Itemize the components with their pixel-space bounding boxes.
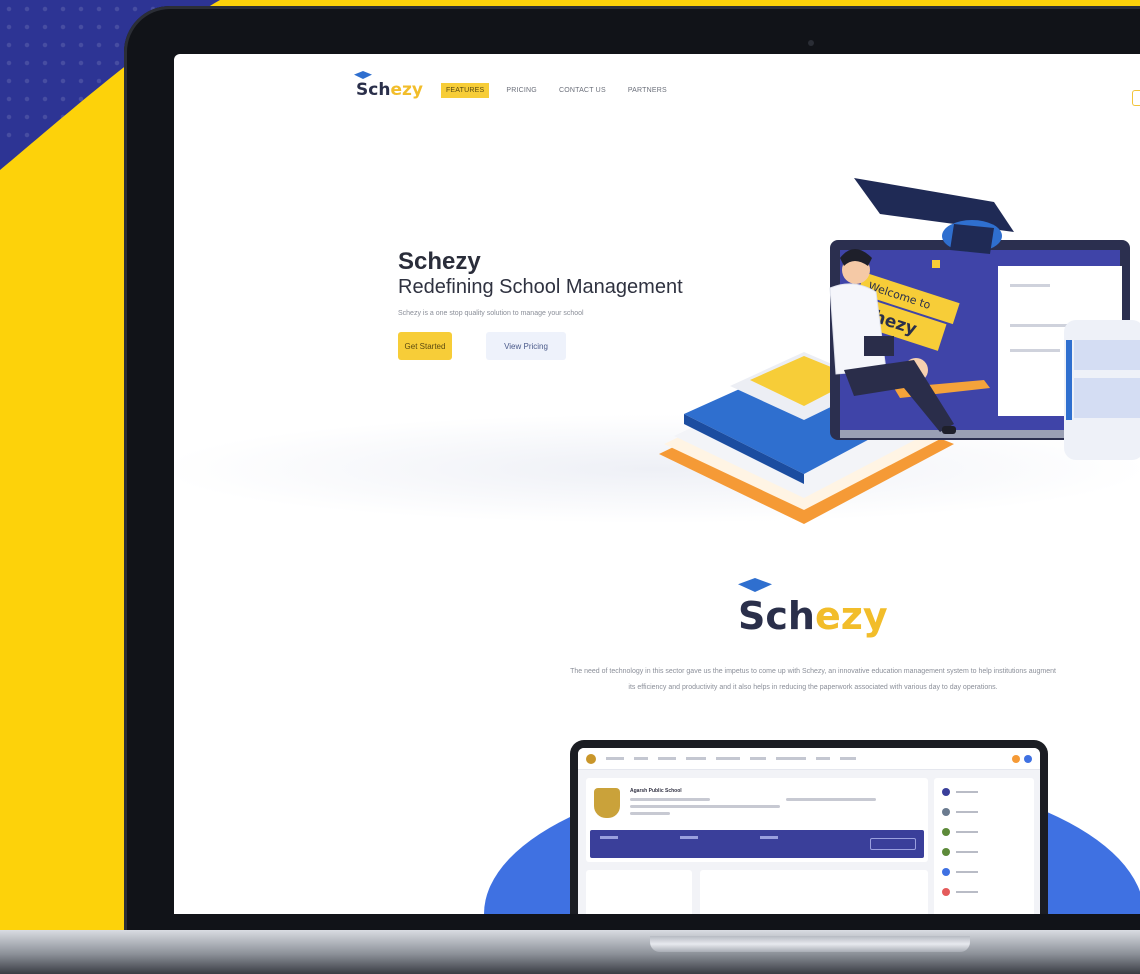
nav-link-contact-us[interactable]: CONTACT US [554, 83, 611, 98]
side-menu-item[interactable] [942, 788, 978, 796]
dashboard-nav-placeholder [658, 757, 676, 760]
nav-link-pricing[interactable]: PRICING [501, 83, 542, 98]
view-pricing-button[interactable]: View Pricing [486, 332, 566, 360]
school-crest-icon [594, 788, 620, 818]
site-logo[interactable]: Sch ezy [354, 71, 423, 100]
menu-item-label [956, 811, 978, 813]
side-menu-item[interactable] [942, 808, 978, 816]
avatar [1024, 754, 1032, 763]
hero-illustration: Welcome to Schezy [659, 178, 1140, 524]
logo-text-sch: Sch [356, 80, 391, 100]
stat-label [760, 836, 778, 839]
top-navigation: Sch ezy FEATURES PRICING CONTACT US PART… [354, 71, 672, 100]
dashboard-card [586, 870, 692, 914]
side-menu-item[interactable] [942, 868, 978, 876]
menu-item-icon [942, 788, 950, 796]
menu-item-icon [942, 808, 950, 816]
school-detail-line [630, 812, 670, 815]
dashboard-card [700, 870, 928, 914]
side-menu-item[interactable] [942, 848, 978, 856]
dashboard-nav-placeholder [816, 757, 830, 760]
school-info-card: Agarsh Public School [586, 778, 928, 862]
menu-item-icon [942, 888, 950, 896]
hero-title: Schezy [398, 248, 481, 275]
dashboard-preview-frame: Agarsh Public School [570, 740, 1048, 914]
about-logo: Sch ezy [738, 578, 888, 638]
get-started-button[interactable]: Get Started [398, 332, 452, 360]
nav-link-partners[interactable]: PARTNERS [623, 83, 672, 98]
notification-icon [1012, 754, 1020, 763]
logo-text-ezy: ezy [814, 594, 888, 638]
menu-item-label [956, 791, 978, 793]
graduation-cap-icon [738, 578, 772, 592]
school-detail-line [630, 805, 780, 808]
tablet-illustration [1064, 320, 1140, 460]
nav-link-features[interactable]: FEATURES [440, 82, 490, 98]
dashboard-preview-screen: Agarsh Public School [578, 748, 1040, 914]
stats-action-button[interactable] [870, 838, 916, 850]
school-stats-bar [590, 830, 924, 858]
menu-item-label [956, 871, 978, 873]
dashboard-nav [578, 748, 1040, 770]
dashboard-side-menu [934, 778, 1034, 914]
school-detail-line [786, 798, 876, 801]
hero-subtitle: Redefining School Management [398, 276, 683, 298]
nav-cropped-button[interactable] [1132, 90, 1140, 106]
logo-text-sch: Sch [738, 594, 815, 638]
stat-label [600, 836, 618, 839]
dashboard-user-icons [1012, 754, 1032, 763]
graduation-cap-icon [354, 71, 372, 79]
school-detail-line [630, 798, 710, 801]
school-logo-icon [586, 753, 596, 764]
laptop-camera [808, 40, 814, 46]
dashboard-nav-placeholder [750, 757, 766, 760]
hero-description: Schezy is a one stop quality solution to… [398, 310, 584, 317]
dashboard-nav-placeholder [776, 757, 806, 760]
side-menu-item[interactable] [942, 828, 978, 836]
menu-item-label [956, 831, 978, 833]
menu-item-icon [942, 868, 950, 876]
side-menu-item[interactable] [942, 888, 978, 896]
about-paragraph: The need of technology in this sector ga… [570, 668, 1056, 691]
stat-label [680, 836, 698, 839]
menu-item-label [956, 891, 978, 893]
dashboard-nav-placeholder [634, 757, 648, 760]
menu-item-icon [942, 828, 950, 836]
menu-item-icon [942, 848, 950, 856]
menu-item-label [956, 851, 978, 853]
laptop-hinge [650, 936, 970, 952]
dashboard-nav-placeholder [840, 757, 856, 760]
dashboard-nav-placeholder [716, 757, 740, 760]
school-name: Agarsh Public School [630, 788, 682, 794]
logo-text-ezy: ezy [390, 80, 423, 100]
dashboard-nav-placeholder [686, 757, 706, 760]
dashboard-nav-placeholder [606, 757, 624, 760]
website-screen: Sch ezy FEATURES PRICING CONTACT US PART… [174, 54, 1140, 914]
